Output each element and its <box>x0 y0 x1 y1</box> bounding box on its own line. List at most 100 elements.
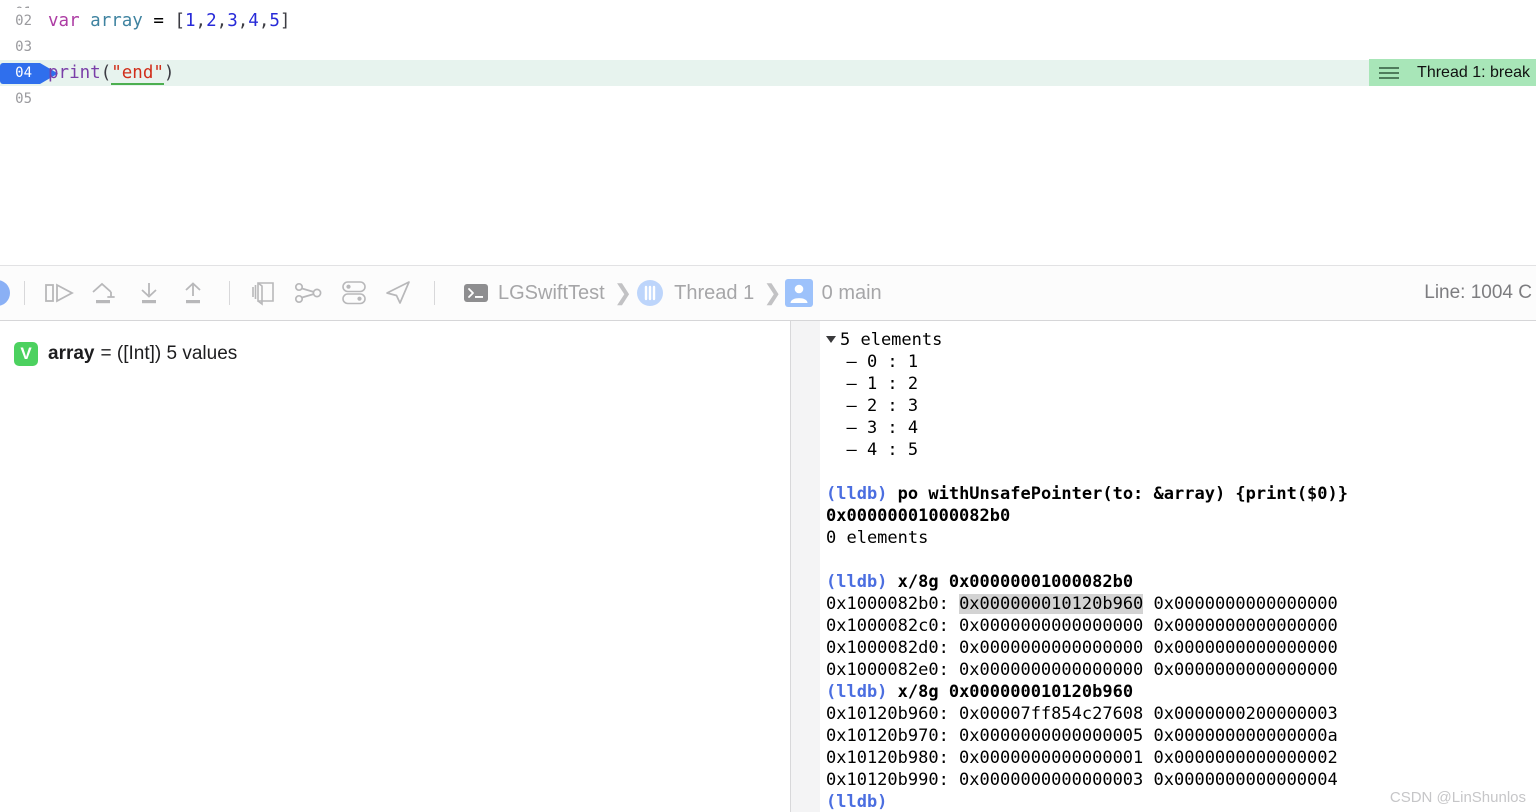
debug-toolbar[interactable]: LGSwiftTest ❯ Thread 1 ❯ 0 main Line: 10… <box>0 265 1536 321</box>
token-str: "end" <box>111 63 164 85</box>
debug-area-toggle[interactable] <box>0 280 10 306</box>
console-view[interactable]: 5 elements — 0 : 1 — 1 : 2 — 2 : 3 — 3 :… <box>820 321 1536 812</box>
console-output-line: 0x1000082d0: 0x0000000000000000 0x000000… <box>826 638 1338 658</box>
token-kw: var <box>48 11 80 31</box>
line-number: 02 <box>15 13 32 29</box>
xcode-debug-window: 01 02 var array = [1,2,3,4,5] 03 04 print("en… <box>0 0 1536 812</box>
pane-gap <box>791 321 820 812</box>
console-output-line: 0x1000082c0: 0x0000000000000000 0x000000… <box>826 616 1338 636</box>
variable-name: array <box>48 343 95 364</box>
console-output-line: — 1 : 2 <box>826 374 919 394</box>
memory-value-selected[interactable]: 0x000000010120b960 <box>959 594 1144 614</box>
console-output-line: 0x10120b980: 0x0000000000000001 0x000000… <box>826 748 1338 768</box>
breakpoint-annotation[interactable]: Thread 1: break <box>1369 59 1536 86</box>
console-output-line: — 0 : 1 <box>826 352 919 372</box>
breadcrumb[interactable]: LGSwiftTest ❯ Thread 1 ❯ 0 main <box>463 278 888 308</box>
console-output-line: — 4 : 5 <box>826 440 919 460</box>
token-num: 2 <box>206 11 217 31</box>
console-text: 5 elements <box>840 330 943 350</box>
environment-overrides-button[interactable] <box>332 275 376 311</box>
token-num: 5 <box>269 11 280 31</box>
step-out-button[interactable] <box>171 275 215 311</box>
lldb-command: x/8g 0x000000010120b960 <box>887 682 1134 702</box>
token-punct: , <box>216 11 228 31</box>
variable-rows: Varray = ([Int]) 5 values <box>14 341 790 367</box>
memory-address: 0x1000082b0: <box>826 594 960 614</box>
code-lines: 01 02 var array = [1,2,3,4,5] 03 04 print("en… <box>0 0 1536 112</box>
continue-button[interactable] <box>39 275 83 311</box>
token-punct: , <box>195 11 207 31</box>
console-output: 5 elements — 0 : 1 — 1 : 2 — 2 : 3 — 3 :… <box>826 321 1536 812</box>
console-command-line: (lldb) x/8g 0x00000001000082b0 <box>826 571 1536 593</box>
memory-value: 0x0000000000000000 <box>1143 594 1338 614</box>
thread-pause-icon <box>635 278 665 308</box>
token-punct: ( <box>100 63 112 83</box>
code-line-02[interactable]: 02 var array = [1,2,3,4,5] <box>0 8 1536 34</box>
code-line-05[interactable]: 05 <box>0 86 1536 112</box>
view-hierarchy-button[interactable] <box>244 275 288 311</box>
variable-value: = ([Int]) 5 values <box>100 343 238 364</box>
variable-kind-badge: V <box>14 342 38 366</box>
console-clipped-line <box>826 321 1536 329</box>
token-num: 3 <box>227 11 238 31</box>
console-command-line: (lldb) x/8g 0x000000010120b960 <box>826 681 1536 703</box>
lldb-prompt: (lldb) <box>826 572 888 592</box>
breadcrumb-item-thread[interactable]: Thread 1 <box>674 282 754 305</box>
token-punct: ) <box>163 63 175 83</box>
lldb-command: po withUnsafePointer(to: &array) {print(… <box>887 484 1348 504</box>
console-output-line: 0x10120b990: 0x0000000000000003 0x000000… <box>826 770 1338 790</box>
console-command-line: (lldb) po withUnsafePointer(to: &array) … <box>826 483 1536 505</box>
console-output-line: — 2 : 3 <box>826 396 919 416</box>
token-punct: ] <box>279 11 291 31</box>
debug-area: Varray = ([Int]) 5 values 5 elements — 0 … <box>0 321 1536 812</box>
chevron-right-icon: ❯ <box>613 280 633 305</box>
source-editor[interactable]: 01 02 var array = [1,2,3,4,5] 03 04 print("en… <box>0 0 1536 265</box>
token-punct: , <box>237 11 249 31</box>
line-number: 04 <box>15 65 32 81</box>
step-over-button[interactable] <box>83 275 127 311</box>
console-output-line: — 3 : 4 <box>826 418 919 438</box>
line-status: Line: 1004 C <box>1424 282 1532 303</box>
breakpoint-annotation-label: Thread 1: break <box>1409 59 1536 86</box>
memory-graph-button[interactable] <box>288 275 332 311</box>
code-text: print("end") <box>48 60 174 86</box>
terminal-icon <box>463 282 489 304</box>
person-icon <box>784 279 813 307</box>
console-output-line: 0x00000001000082b0 <box>826 506 1011 526</box>
breadcrumb-item-project[interactable]: LGSwiftTest <box>498 282 605 305</box>
token-punct: [ <box>174 11 185 31</box>
code-text: var array = [1,2,3,4,5] <box>48 8 290 34</box>
code-line-01[interactable]: 01 <box>0 0 1536 8</box>
console-output-line: 0 elements <box>826 528 929 548</box>
console-output-line: 0x10120b960: 0x00007ff854c27608 0x000000… <box>826 704 1338 724</box>
token-plain: = <box>142 11 175 31</box>
lldb-prompt: (lldb) <box>826 792 888 812</box>
token-fn: print <box>48 63 101 83</box>
hamburger-lines-icon[interactable] <box>1369 59 1410 86</box>
variable-row[interactable]: Varray = ([Int]) 5 values <box>14 341 790 367</box>
simulate-location-button[interactable] <box>376 275 420 311</box>
toolbar-divider-2 <box>229 281 230 305</box>
line-number: 01 <box>0 0 38 8</box>
console-output-line: 0x10120b970: 0x0000000000000005 0x000000… <box>826 726 1338 746</box>
token-num: 1 <box>185 11 196 31</box>
breadcrumb-item-frame[interactable]: 0 main <box>822 282 882 305</box>
line-number: 03 <box>15 39 32 55</box>
console-disclosure-row[interactable]: 5 elements <box>826 329 1536 351</box>
token-ident: array <box>90 11 143 31</box>
console-memory-row: 0x1000082b0: 0x000000010120b960 0x000000… <box>826 593 1536 615</box>
token-punct: , <box>258 11 270 31</box>
console-output-line: 0x1000082e0: 0x0000000000000000 0x000000… <box>826 660 1338 680</box>
code-line-04[interactable]: 04 print("end") <box>0 60 1536 86</box>
chevron-down-icon[interactable] <box>826 336 836 343</box>
chevron-right-icon-2: ❯ <box>763 280 782 305</box>
step-into-button[interactable] <box>127 275 171 311</box>
lldb-prompt: (lldb) <box>826 682 888 702</box>
lldb-prompt: (lldb) <box>826 484 888 504</box>
code-line-03[interactable]: 03 <box>0 34 1536 60</box>
toolbar-divider <box>24 281 25 305</box>
variables-view[interactable]: Varray = ([Int]) 5 values <box>0 321 790 812</box>
